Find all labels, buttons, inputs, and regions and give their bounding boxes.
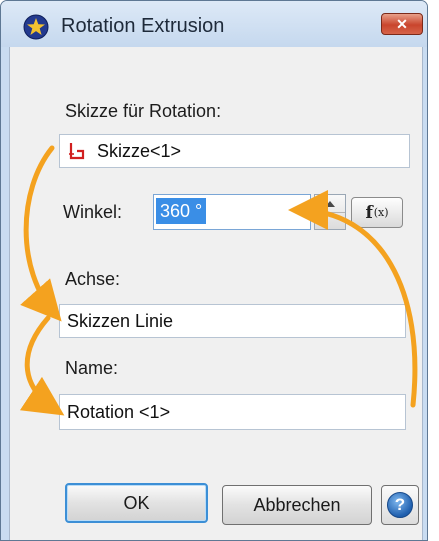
formula-button[interactable]: f (x) bbox=[351, 197, 403, 228]
close-icon: ✕ bbox=[396, 15, 408, 32]
spin-down-button[interactable] bbox=[315, 212, 345, 229]
angle-input[interactable]: 360 ° bbox=[153, 194, 311, 230]
sketch-label: Skizze für Rotation: bbox=[65, 101, 222, 121]
angle-spinner[interactable] bbox=[314, 194, 346, 230]
app-icon bbox=[23, 14, 49, 40]
axis-value: Skizzen Linie bbox=[67, 310, 174, 331]
ok-button[interactable]: OK bbox=[65, 483, 208, 523]
axis-label: Achse: bbox=[65, 269, 121, 289]
angle-value: 360 ° bbox=[156, 198, 207, 224]
angle-label: Winkel: bbox=[63, 202, 123, 222]
name-label: Name: bbox=[65, 358, 119, 378]
sketch-icon bbox=[69, 143, 85, 160]
name-value: Rotation <1> bbox=[67, 401, 171, 422]
formula-f: f bbox=[365, 202, 373, 223]
cancel-button[interactable]: Abbrechen bbox=[222, 485, 372, 525]
axis-field[interactable]: Skizzen Linie bbox=[59, 304, 406, 338]
help-icon: ? bbox=[387, 492, 413, 518]
help-button[interactable]: ? bbox=[381, 485, 419, 525]
sketch-value: Skizze<1> bbox=[97, 140, 182, 161]
close-button[interactable]: ✕ bbox=[381, 13, 423, 35]
dialog-window: Rotation Extrusion ✕ Skizze für Rotation… bbox=[0, 0, 428, 541]
formula-x: (x) bbox=[373, 206, 389, 219]
title-bar[interactable]: Rotation Extrusion ✕ bbox=[1, 1, 427, 47]
spin-up-button[interactable] bbox=[315, 195, 345, 213]
name-field[interactable]: Rotation <1> bbox=[59, 394, 406, 430]
window-title: Rotation Extrusion bbox=[61, 15, 225, 37]
chevron-up-icon bbox=[325, 200, 335, 207]
sketch-field[interactable]: Skizze<1> bbox=[59, 134, 410, 168]
